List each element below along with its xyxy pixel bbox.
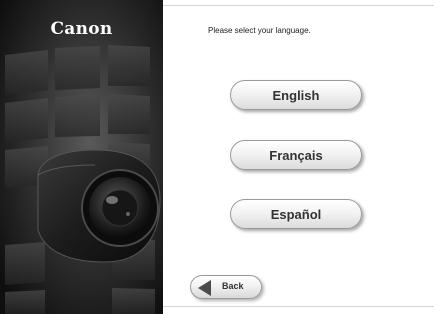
brand-panel: Canon (0, 0, 163, 314)
espanol-button[interactable]: Español (230, 199, 362, 229)
installer-window: Canon Please select your language. Engli… (0, 0, 434, 314)
back-button[interactable]: Back (190, 275, 262, 299)
bottom-divider (163, 306, 434, 307)
left-arrow-icon (198, 280, 211, 296)
english-button[interactable]: English (230, 80, 362, 110)
francais-button[interactable]: Français (230, 140, 362, 170)
camera-backdrop-illustration (0, 0, 163, 314)
canon-logo: Canon (50, 19, 113, 39)
language-prompt: Please select your language. (208, 26, 311, 35)
top-divider (163, 5, 434, 6)
back-label: Back (222, 281, 244, 291)
